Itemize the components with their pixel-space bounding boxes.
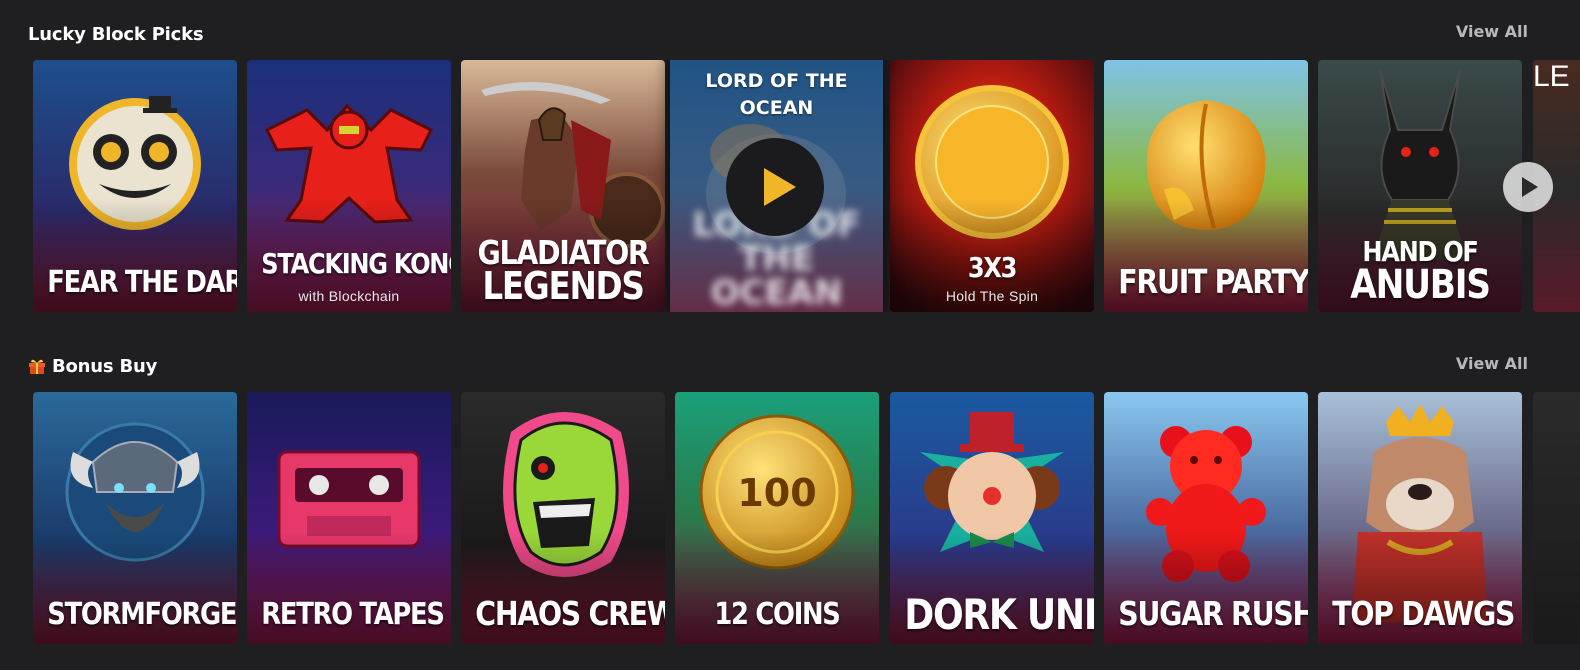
section-title-text: Bonus Buy — [52, 355, 158, 377]
game-card-sugar-rush[interactable]: SUGAR RUSH — [1104, 392, 1308, 644]
game-title: 12 COINS — [714, 597, 841, 632]
game-title: HAND OF ANUBIS — [1350, 235, 1491, 308]
game-card-3x3[interactable]: 3X3 Hold The Spin — [890, 60, 1094, 312]
section-title: Bonus Buy — [28, 354, 157, 378]
game-title: FEAR THE DARK — [47, 265, 237, 300]
game-card-top-dawgs[interactable]: TOP DAWGS — [1318, 392, 1522, 644]
game-card-gladiator-legends[interactable]: GLADIATOR LEGENDS — [461, 60, 665, 312]
game-subtitle: with Blockchain — [298, 288, 400, 304]
game-title: FRUIT PARTY — [1118, 262, 1308, 301]
game-title: GLADIATOR LEGENDS — [477, 232, 650, 308]
game-card-dork-unit[interactable]: DORK UNIT — [890, 392, 1094, 644]
game-title: 3X3 — [967, 251, 1018, 284]
next-arrow-icon[interactable] — [1503, 162, 1553, 212]
game-card-fruit-party[interactable]: FRUIT PARTY — [1104, 60, 1308, 312]
game-card-stacking-kong[interactable]: STACKING KONG with Blockchain — [247, 60, 451, 312]
game-title: CHAOS CREW — [475, 594, 665, 633]
svg-text:100: 100 — [737, 471, 816, 515]
game-title: DORK UNIT — [904, 590, 1094, 639]
view-all-link[interactable]: View All — [1456, 22, 1528, 41]
game-card-stormforged[interactable]: STORMFORGED — [33, 392, 237, 644]
game-card-12-coins[interactable]: 100 12 COINS — [675, 392, 879, 644]
game-title: SUGAR RUSH — [1118, 594, 1308, 633]
game-carousel: FEAR THE DARK STACKING KONG with Blockch… — [33, 60, 1580, 312]
game-card-hand-of-anubis[interactable]: HAND OF ANUBIS — [1318, 60, 1522, 312]
game-card-chaos-crew[interactable]: CHAOS CREW — [461, 392, 665, 644]
gift-icon — [28, 357, 46, 375]
play-icon[interactable] — [726, 138, 824, 236]
game-title: RETRO TAPES — [261, 597, 445, 632]
game-title: STACKING KONG — [261, 247, 451, 280]
game-title: TOP DAWGS — [1332, 594, 1515, 633]
game-title: LORD OF THE OCEAN — [705, 70, 848, 119]
section-title-text: Lucky Block Picks — [28, 23, 204, 45]
game-title: STORMFORGED — [47, 597, 237, 632]
game-card-fear-the-dark[interactable]: FEAR THE DARK — [33, 60, 237, 312]
game-card-partial[interactable] — [1533, 392, 1580, 644]
game-card-lord-of-the-ocean[interactable]: LORD OF THE OCEAN LORD OF THE OCEAN — [670, 60, 883, 312]
view-all-link[interactable]: View All — [1456, 354, 1528, 373]
section-title: Lucky Block Picks — [28, 22, 204, 46]
game-carousel: STORMFORGED RETRO TAPES CHAOS CREW 100 1… — [33, 392, 1580, 644]
game-card-retro-tapes[interactable]: RETRO TAPES — [247, 392, 451, 644]
game-title: LE — [1533, 60, 1570, 93]
game-subtitle: Hold The Spin — [945, 288, 1039, 304]
